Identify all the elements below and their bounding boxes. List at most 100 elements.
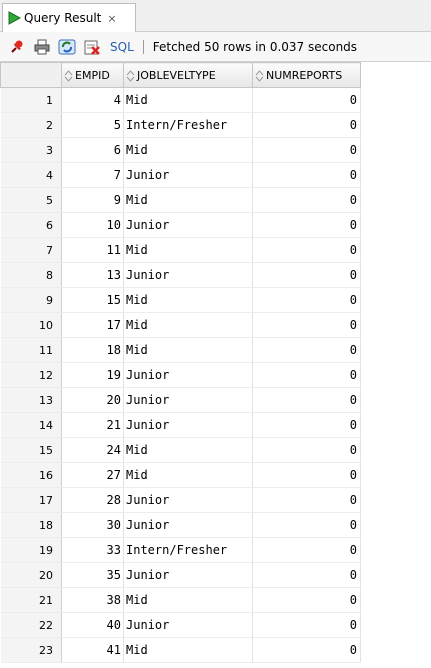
cell-joblevel[interactable]: Junior xyxy=(123,512,253,538)
cell-joblevel[interactable]: Mid xyxy=(123,337,253,363)
table-row[interactable]: 13 20 Junior 0 xyxy=(0,387,361,413)
table-row[interactable]: 12 19 Junior 0 xyxy=(0,362,361,388)
cell-joblevel[interactable]: Mid xyxy=(123,287,253,313)
cell-numreports[interactable]: 0 xyxy=(252,112,361,138)
cell-empid[interactable]: 30 xyxy=(61,512,124,538)
cell-numreports[interactable]: 0 xyxy=(252,187,361,213)
cell-joblevel[interactable]: Mid xyxy=(123,437,253,463)
cell-empid[interactable]: 6 xyxy=(61,137,124,163)
cell-empid[interactable]: 15 xyxy=(61,287,124,313)
table-row[interactable]: 5 9 Mid 0 xyxy=(0,187,361,213)
cell-empid[interactable]: 18 xyxy=(61,337,124,363)
sql-link[interactable]: SQL xyxy=(110,40,134,54)
table-row[interactable]: 16 27 Mid 0 xyxy=(0,462,361,488)
cell-joblevel[interactable]: Junior xyxy=(123,487,253,513)
table-row[interactable]: 19 33 Intern/Fresher 0 xyxy=(0,537,361,563)
table-row[interactable]: 2 5 Intern/Fresher 0 xyxy=(0,112,361,138)
table-row[interactable]: 17 28 Junior 0 xyxy=(0,487,361,513)
pin-icon[interactable] xyxy=(8,38,26,56)
table-row[interactable]: 14 21 Junior 0 xyxy=(0,412,361,438)
cell-joblevel[interactable]: Junior xyxy=(123,562,253,588)
cell-empid[interactable]: 33 xyxy=(61,537,124,563)
cell-empid[interactable]: 4 xyxy=(61,87,124,113)
cell-joblevel[interactable]: Junior xyxy=(123,362,253,388)
cell-joblevel[interactable]: Mid xyxy=(123,312,253,338)
cell-joblevel[interactable]: Mid xyxy=(123,637,253,663)
cell-empid[interactable]: 27 xyxy=(61,462,124,488)
cell-numreports[interactable]: 0 xyxy=(252,587,361,613)
cell-joblevel[interactable]: Junior xyxy=(123,412,253,438)
cell-empid[interactable]: 10 xyxy=(61,212,124,238)
cell-numreports[interactable]: 0 xyxy=(252,637,361,663)
column-header-empid[interactable]: EMPID xyxy=(61,62,124,88)
cell-joblevel[interactable]: Mid xyxy=(123,187,253,213)
table-row[interactable]: 20 35 Junior 0 xyxy=(0,562,361,588)
cell-numreports[interactable]: 0 xyxy=(252,337,361,363)
cell-empid[interactable]: 5 xyxy=(61,112,124,138)
cell-joblevel[interactable]: Junior xyxy=(123,212,253,238)
column-header-joblevel[interactable]: JOBLEVELTYPE xyxy=(123,62,253,88)
cell-numreports[interactable]: 0 xyxy=(252,537,361,563)
cell-numreports[interactable]: 0 xyxy=(252,387,361,413)
cell-numreports[interactable]: 0 xyxy=(252,412,361,438)
print-icon[interactable] xyxy=(33,38,51,56)
cell-joblevel[interactable]: Junior xyxy=(123,612,253,638)
cell-joblevel[interactable]: Mid xyxy=(123,87,253,113)
cell-numreports[interactable]: 0 xyxy=(252,237,361,263)
cell-numreports[interactable]: 0 xyxy=(252,87,361,113)
cell-numreports[interactable]: 0 xyxy=(252,612,361,638)
cell-empid[interactable]: 28 xyxy=(61,487,124,513)
export-icon[interactable] xyxy=(83,38,101,56)
cell-numreports[interactable]: 0 xyxy=(252,562,361,588)
cell-numreports[interactable]: 0 xyxy=(252,512,361,538)
table-row[interactable]: 7 11 Mid 0 xyxy=(0,237,361,263)
table-row[interactable]: 1 4 Mid 0 xyxy=(0,87,361,113)
cell-empid[interactable]: 7 xyxy=(61,162,124,188)
cell-joblevel[interactable]: Intern/Fresher xyxy=(123,112,253,138)
cell-joblevel[interactable]: Junior xyxy=(123,162,253,188)
cell-empid[interactable]: 41 xyxy=(61,637,124,663)
table-row[interactable]: 22 40 Junior 0 xyxy=(0,612,361,638)
table-row[interactable]: 23 41 Mid 0 xyxy=(0,637,361,663)
cell-joblevel[interactable]: Junior xyxy=(123,262,253,288)
cell-joblevel[interactable]: Intern/Fresher xyxy=(123,537,253,563)
cell-joblevel[interactable]: Mid xyxy=(123,137,253,163)
table-row[interactable]: 11 18 Mid 0 xyxy=(0,337,361,363)
table-row[interactable]: 3 6 Mid 0 xyxy=(0,137,361,163)
cell-empid[interactable]: 21 xyxy=(61,412,124,438)
cell-empid[interactable]: 13 xyxy=(61,262,124,288)
column-header-numreports[interactable]: NUMREPORTS xyxy=(252,62,361,88)
cell-empid[interactable]: 40 xyxy=(61,612,124,638)
cell-empid[interactable]: 35 xyxy=(61,562,124,588)
cell-numreports[interactable]: 0 xyxy=(252,462,361,488)
cell-empid[interactable]: 19 xyxy=(61,362,124,388)
table-row[interactable]: 10 17 Mid 0 xyxy=(0,312,361,338)
cell-numreports[interactable]: 0 xyxy=(252,362,361,388)
cell-empid[interactable]: 17 xyxy=(61,312,124,338)
cell-joblevel[interactable]: Mid xyxy=(123,587,253,613)
cell-numreports[interactable]: 0 xyxy=(252,162,361,188)
cell-joblevel[interactable]: Junior xyxy=(123,387,253,413)
table-row[interactable]: 18 30 Junior 0 xyxy=(0,512,361,538)
cell-numreports[interactable]: 0 xyxy=(252,287,361,313)
cell-empid[interactable]: 11 xyxy=(61,237,124,263)
cell-numreports[interactable]: 0 xyxy=(252,212,361,238)
cell-numreports[interactable]: 0 xyxy=(252,137,361,163)
table-row[interactable]: 4 7 Junior 0 xyxy=(0,162,361,188)
table-row[interactable]: 6 10 Junior 0 xyxy=(0,212,361,238)
cell-empid[interactable]: 20 xyxy=(61,387,124,413)
cell-joblevel[interactable]: Mid xyxy=(123,462,253,488)
cell-joblevel[interactable]: Mid xyxy=(123,237,253,263)
cell-empid[interactable]: 9 xyxy=(61,187,124,213)
table-row[interactable]: 9 15 Mid 0 xyxy=(0,287,361,313)
table-row[interactable]: 21 38 Mid 0 xyxy=(0,587,361,613)
tab-close-button[interactable]: × xyxy=(107,12,116,25)
cell-empid[interactable]: 38 xyxy=(61,587,124,613)
cell-numreports[interactable]: 0 xyxy=(252,487,361,513)
cell-empid[interactable]: 24 xyxy=(61,437,124,463)
tab-query-result[interactable]: Query Result × xyxy=(2,3,136,32)
table-row[interactable]: 8 13 Junior 0 xyxy=(0,262,361,288)
cell-numreports[interactable]: 0 xyxy=(252,262,361,288)
cell-numreports[interactable]: 0 xyxy=(252,437,361,463)
cell-numreports[interactable]: 0 xyxy=(252,312,361,338)
